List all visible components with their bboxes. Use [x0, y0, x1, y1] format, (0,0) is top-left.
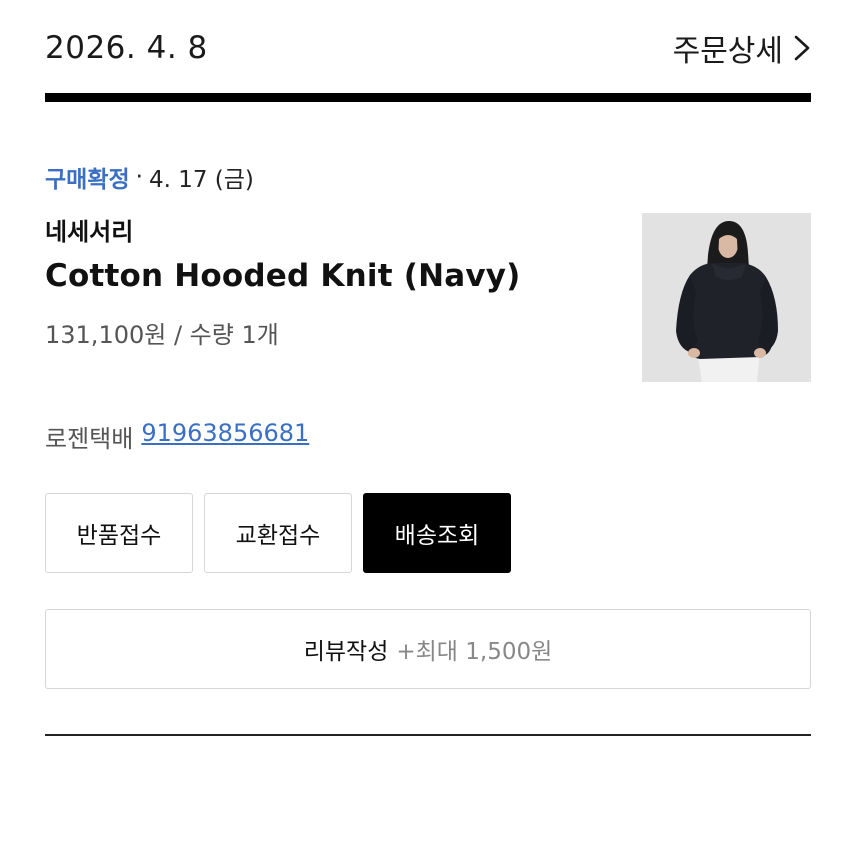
- order-detail-link[interactable]: 주문상세: [673, 26, 811, 70]
- order-header: 2026. 4. 8 주문상세: [45, 22, 811, 74]
- review-reward: +최대 1,500원: [396, 639, 553, 665]
- review-label: 리뷰작성: [303, 639, 389, 665]
- tracking-number-link[interactable]: 91963856681: [141, 419, 309, 454]
- chevron-right-icon: [794, 35, 810, 61]
- track-delivery-button[interactable]: 배송조회: [363, 493, 511, 573]
- status-badge: 구매확정: [45, 167, 130, 193]
- order-status-line: 구매확정 · 4. 17 (금): [45, 158, 254, 196]
- order-date: 2026. 4. 8: [45, 30, 208, 66]
- product-thumbnail[interactable]: [642, 213, 811, 382]
- order-action-buttons: 반품접수 교환접수 배송조회: [45, 493, 511, 573]
- order-detail-label: 주문상세: [672, 34, 783, 69]
- order-card-page: 2026. 4. 8 주문상세 구매확정 · 4. 17 (금) 네세서리 Co…: [0, 0, 856, 856]
- header-divider: [45, 93, 811, 102]
- status-separator: ·: [135, 164, 143, 190]
- product-name[interactable]: Cotton Hooded Knit (Navy): [45, 258, 521, 294]
- write-review-button[interactable]: 리뷰작성 +최대 1,500원: [45, 609, 811, 689]
- brand-name: 네세서리: [45, 218, 134, 246]
- courier-name: 로젠택배: [45, 425, 134, 453]
- status-date: 4. 17 (금): [148, 167, 254, 193]
- shipping-info: 로젠택배 91963856681: [45, 419, 309, 454]
- product-photo-illustration: [642, 213, 811, 382]
- price-quantity: 131,100원 / 수량 1개: [45, 321, 279, 349]
- section-divider: [45, 734, 811, 736]
- exchange-request-button[interactable]: 교환접수: [204, 493, 352, 573]
- return-request-button[interactable]: 반품접수: [45, 493, 193, 573]
